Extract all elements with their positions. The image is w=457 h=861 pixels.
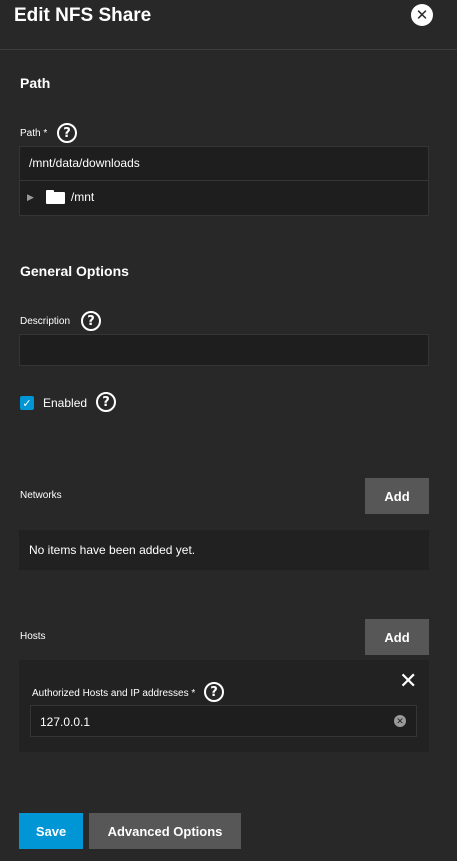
description-label: Description: [20, 316, 71, 327]
section-title-general: General Options: [20, 263, 129, 279]
header-divider: [0, 49, 457, 50]
close-icon[interactable]: ✕: [411, 4, 433, 26]
tree-node-mnt[interactable]: ▶ /mnt: [27, 190, 94, 204]
networks-label: Networks: [20, 490, 62, 501]
description-help-icon[interactable]: ?: [81, 311, 101, 331]
authorized-hosts-help-icon[interactable]: ?: [204, 682, 224, 702]
section-title-path: Path: [20, 75, 51, 91]
description-input[interactable]: [19, 334, 429, 366]
enabled-checkbox[interactable]: ✓: [20, 396, 34, 410]
enabled-label: Enabled: [43, 396, 88, 410]
path-help-icon[interactable]: ?: [57, 123, 77, 143]
networks-empty-state: No items have been added yet.: [19, 530, 429, 570]
path-label: Path *: [20, 128, 48, 139]
add-host-button[interactable]: Add: [365, 619, 429, 655]
authorized-hosts-label: Authorized Hosts and IP addresses *: [32, 688, 196, 699]
clear-input-icon[interactable]: ✕: [394, 715, 406, 727]
path-divider: [20, 180, 428, 181]
enabled-help-icon[interactable]: ?: [96, 392, 116, 412]
add-network-button[interactable]: Add: [365, 478, 429, 514]
authorized-hosts-input[interactable]: 127.0.0.1 ✕: [30, 705, 417, 737]
host-entry-card: ✕ Authorized Hosts and IP addresses * ? …: [19, 660, 429, 752]
advanced-options-button[interactable]: Advanced Options: [89, 813, 241, 849]
remove-host-icon[interactable]: ✕: [399, 670, 417, 692]
tree-node-label: /mnt: [70, 190, 95, 204]
path-input[interactable]: /mnt/data/downloads: [29, 156, 140, 170]
path-explorer: /mnt/data/downloads ▶ /mnt: [19, 146, 429, 216]
dialog-title: Edit NFS Share: [14, 5, 152, 26]
save-button[interactable]: Save: [19, 813, 83, 849]
expand-arrow-icon[interactable]: ▶: [27, 192, 34, 203]
folder-icon: [45, 190, 65, 204]
hosts-label: Hosts: [20, 631, 46, 642]
